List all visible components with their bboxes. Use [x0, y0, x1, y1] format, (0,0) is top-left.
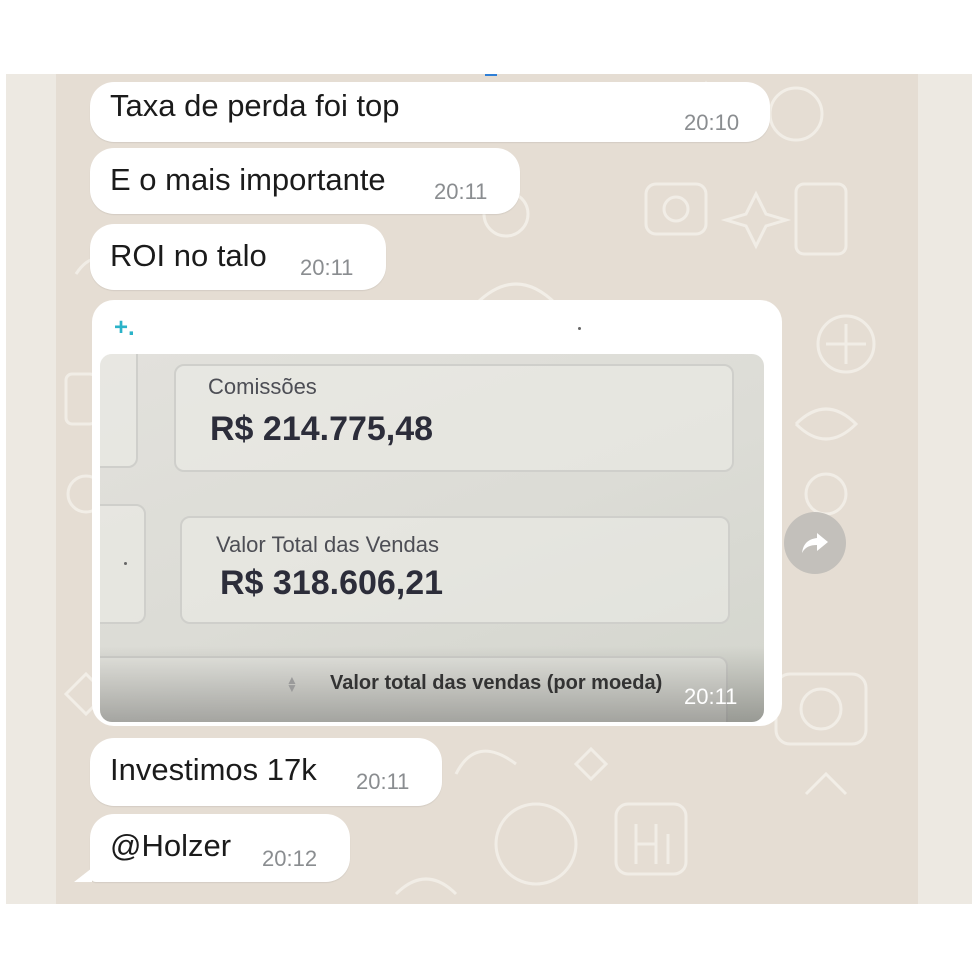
sales-value: R$ 318.606,21 — [220, 564, 444, 602]
sort-arrows-icon: ▲ ▼ — [286, 673, 298, 695]
message-text: Taxa de perda foi top — [110, 88, 400, 123]
message-time: 20:11 — [434, 179, 488, 204]
forward-button[interactable] — [784, 512, 846, 574]
forward-share-icon — [802, 533, 828, 553]
image-message-bubble[interactable]: +. Comissões R$ 214.775,48 Valor Total d… — [92, 300, 782, 726]
partial-card — [100, 504, 146, 624]
message-time: 20:12 — [262, 846, 318, 871]
message-time: 20:11 — [356, 769, 410, 794]
commissions-card: Comissões R$ 214.775,48 — [174, 364, 734, 472]
image-time: 20:11 — [684, 684, 738, 709]
sales-label: Valor Total das Vendas — [216, 532, 440, 557]
message-time: 20:11 — [300, 255, 354, 280]
scroll-marker — [485, 74, 497, 76]
message-bubble[interactable]: Taxa de perda foi top 20:10 — [90, 82, 770, 142]
sales-by-currency-label: Valor total das vendas (por moeda) — [330, 672, 663, 694]
commissions-value: R$ 214.775,48 — [210, 410, 434, 448]
message-text: ROI no talo — [110, 238, 267, 273]
screenshot-photo[interactable]: Comissões R$ 214.775,48 Valor Total das … — [100, 354, 764, 722]
plus-mark: +. — [114, 314, 135, 341]
sales-card: Valor Total das Vendas R$ 318.606,21 — [180, 516, 730, 624]
message-text: Investimos 17k — [110, 752, 317, 787]
dot — [124, 562, 127, 565]
message-time: 20:10 — [684, 110, 740, 135]
message-text: E o mais importante — [110, 162, 386, 197]
partial-card — [100, 354, 138, 468]
message-bubble[interactable]: Investimos 17k 20:11 — [90, 738, 442, 806]
chat-area: Taxa de perda foi top 20:10 E o mais imp… — [6, 74, 972, 904]
commissions-label: Comissões — [208, 374, 317, 399]
mention-link[interactable]: @Holzer — [110, 828, 231, 864]
message-bubble[interactable]: @Holzer 20:12 — [90, 814, 350, 882]
message-bubble[interactable]: E o mais importante 20:11 — [90, 148, 520, 214]
bubble-tail — [74, 868, 92, 882]
dot — [578, 327, 581, 330]
message-bubble[interactable]: ROI no talo 20:11 — [90, 224, 386, 290]
